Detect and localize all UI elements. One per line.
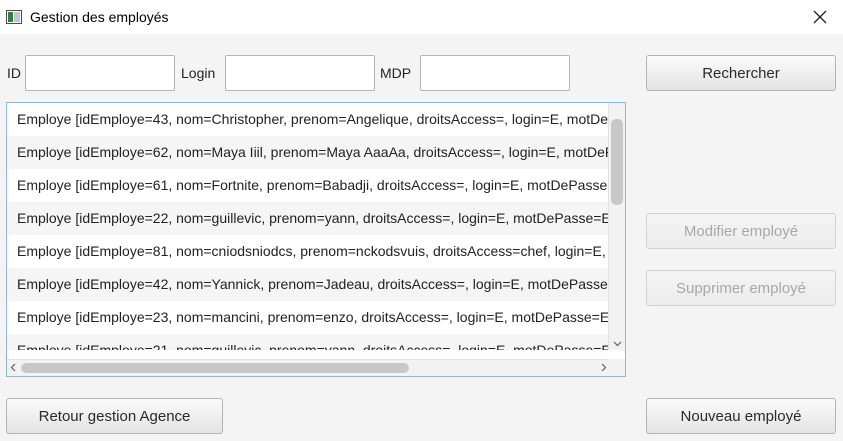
modify-employee-button[interactable]: Modifier employé xyxy=(646,213,836,249)
employee-list[interactable]: Employe [idEmploye=43, nom=Christopher, … xyxy=(6,102,626,377)
scroll-down-icon[interactable] xyxy=(613,339,622,348)
list-item[interactable]: Employe [idEmploye=62, nom=Maya Iiil, pr… xyxy=(7,136,610,169)
new-employee-button[interactable]: Nouveau employé xyxy=(646,398,836,434)
employee-list-rows: Employe [idEmploye=43, nom=Christopher, … xyxy=(7,103,610,350)
vertical-scroll-thumb[interactable] xyxy=(611,119,623,205)
scroll-left-icon[interactable] xyxy=(9,363,18,372)
close-icon xyxy=(813,10,827,24)
login-label: Login xyxy=(181,65,216,81)
back-agency-button[interactable]: Retour gestion Agence xyxy=(6,398,223,434)
mdp-label: MDP xyxy=(380,65,412,81)
list-item[interactable]: Employe [idEmploye=21, nom=guillevic, pr… xyxy=(7,334,610,350)
title-bar: Gestion des employés xyxy=(0,0,843,34)
app-icon xyxy=(6,10,22,24)
id-input[interactable] xyxy=(25,55,175,91)
scrollbar-corner xyxy=(608,359,625,376)
id-label: ID xyxy=(7,65,21,81)
close-button[interactable] xyxy=(797,0,843,34)
list-item[interactable]: Employe [idEmploye=22, nom=guillevic, pr… xyxy=(7,202,610,235)
list-item[interactable]: Employe [idEmploye=23, nom=mancini, pren… xyxy=(7,301,610,334)
list-item[interactable]: Employe [idEmploye=61, nom=Fortnite, pre… xyxy=(7,169,610,202)
vertical-scrollbar[interactable] xyxy=(608,103,625,350)
horizontal-scrollbar[interactable] xyxy=(7,359,610,376)
mdp-input[interactable] xyxy=(420,55,570,91)
search-button[interactable]: Rechercher xyxy=(646,55,836,91)
login-input[interactable] xyxy=(225,55,375,91)
delete-employee-button[interactable]: Supprimer employé xyxy=(646,270,836,306)
scroll-right-icon[interactable] xyxy=(599,363,608,372)
list-item[interactable]: Employe [idEmploye=42, nom=Yannick, pren… xyxy=(7,268,610,301)
list-item[interactable]: Employe [idEmploye=43, nom=Christopher, … xyxy=(7,103,610,136)
horizontal-scroll-thumb[interactable] xyxy=(21,363,409,373)
list-item[interactable]: Employe [idEmploye=81, nom=cniodsniodcs,… xyxy=(7,235,610,268)
window-title: Gestion des employés xyxy=(30,9,169,25)
